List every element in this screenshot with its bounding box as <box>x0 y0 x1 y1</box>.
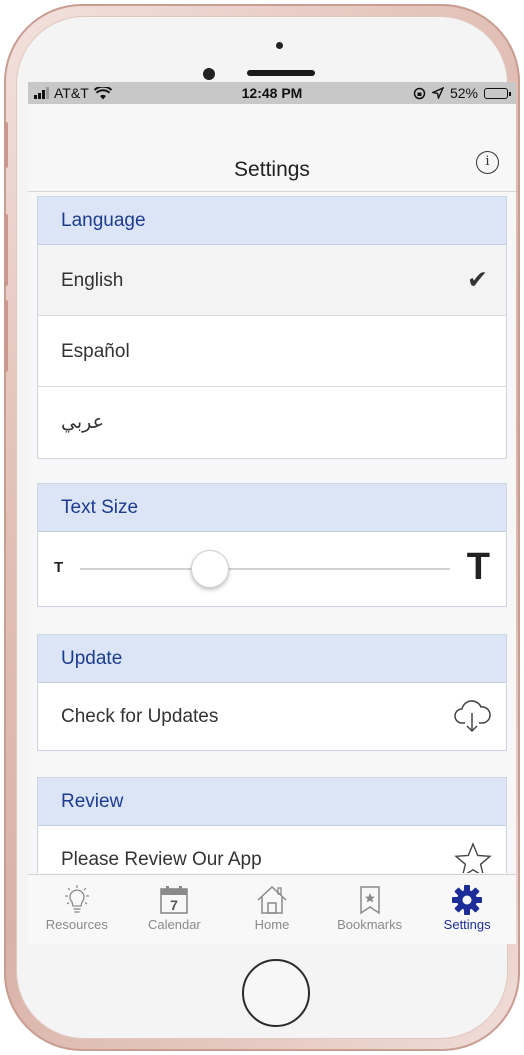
review-app-row[interactable]: Please Review Our App <box>38 826 506 873</box>
tab-calendar[interactable]: 7 Calendar <box>126 875 224 944</box>
battery-percent: 52% <box>449 85 478 101</box>
gear-icon <box>452 885 483 915</box>
orientation-lock-icon <box>413 87 426 99</box>
app-screen: AT&T 12:48 PM 52% Settings i Language En… <box>28 82 516 944</box>
tab-resources[interactable]: Resources <box>28 875 126 944</box>
page-title: Settings <box>234 158 310 181</box>
tab-label: Settings <box>443 917 491 932</box>
language-option-label: Español <box>61 341 130 362</box>
check-for-updates-row[interactable]: Check for Updates <box>38 683 506 750</box>
star-icon <box>454 842 492 873</box>
tab-label: Home <box>254 917 290 932</box>
tab-label: Bookmarks <box>337 917 403 932</box>
volume-up-button <box>4 214 8 286</box>
home-button[interactable] <box>242 959 310 1027</box>
tab-label: Resources <box>45 917 108 932</box>
section-header-language: Language <box>38 197 506 245</box>
checkmark-icon: ✔ <box>467 266 488 294</box>
tab-bar: Resources 7 Calendar Home Bookmarks Sett… <box>28 874 516 944</box>
volume-down-button <box>4 300 8 372</box>
text-size-small-icon: T <box>54 559 64 576</box>
text-size-section: Text Size T T <box>37 483 507 607</box>
text-size-slider-row: T T <box>38 532 506 606</box>
language-option-english[interactable]: English ✔ <box>38 245 506 316</box>
review-section: Review Please Review Our App <box>37 777 507 873</box>
calendar-icon: 7 <box>160 886 189 914</box>
front-camera <box>203 68 215 80</box>
text-size-slider-track[interactable] <box>80 568 450 570</box>
text-size-large-icon: T <box>466 546 490 588</box>
tab-bookmarks[interactable]: Bookmarks <box>321 875 419 944</box>
location-icon <box>431 87 444 99</box>
language-section: Language English ✔ Español عربي <box>37 196 507 459</box>
section-header-update: Update <box>38 635 506 683</box>
language-option-spanish[interactable]: Español <box>38 316 506 387</box>
language-option-arabic[interactable]: عربي <box>38 387 506 458</box>
cloud-download-icon <box>454 700 491 733</box>
tab-home[interactable]: Home <box>223 875 321 944</box>
earpiece-speaker <box>247 70 315 76</box>
info-icon[interactable]: i <box>476 151 499 174</box>
update-section: Update Check for Updates <box>37 634 507 751</box>
status-bar: AT&T 12:48 PM 52% <box>28 82 516 104</box>
language-option-label: English <box>61 270 124 291</box>
tab-settings[interactable]: Settings <box>418 875 516 944</box>
section-header-text-size: Text Size <box>38 484 506 532</box>
text-size-slider-thumb[interactable] <box>190 550 229 588</box>
front-sensor <box>276 42 283 49</box>
home-icon <box>257 885 287 914</box>
language-option-label: عربي <box>61 411 104 433</box>
check-for-updates-label: Check for Updates <box>61 706 219 727</box>
section-header-review: Review <box>38 778 506 826</box>
bookmark-icon <box>359 886 380 915</box>
mute-switch <box>4 122 8 168</box>
tab-label: Calendar <box>148 917 201 932</box>
settings-list[interactable]: Language English ✔ Español عربي Text Siz… <box>28 193 516 873</box>
svg-text:7: 7 <box>170 897 178 913</box>
review-app-label: Please Review Our App <box>61 849 262 870</box>
navigation-bar: Settings i <box>28 104 516 192</box>
lightbulb-icon <box>64 885 89 913</box>
battery-icon <box>484 87 511 99</box>
